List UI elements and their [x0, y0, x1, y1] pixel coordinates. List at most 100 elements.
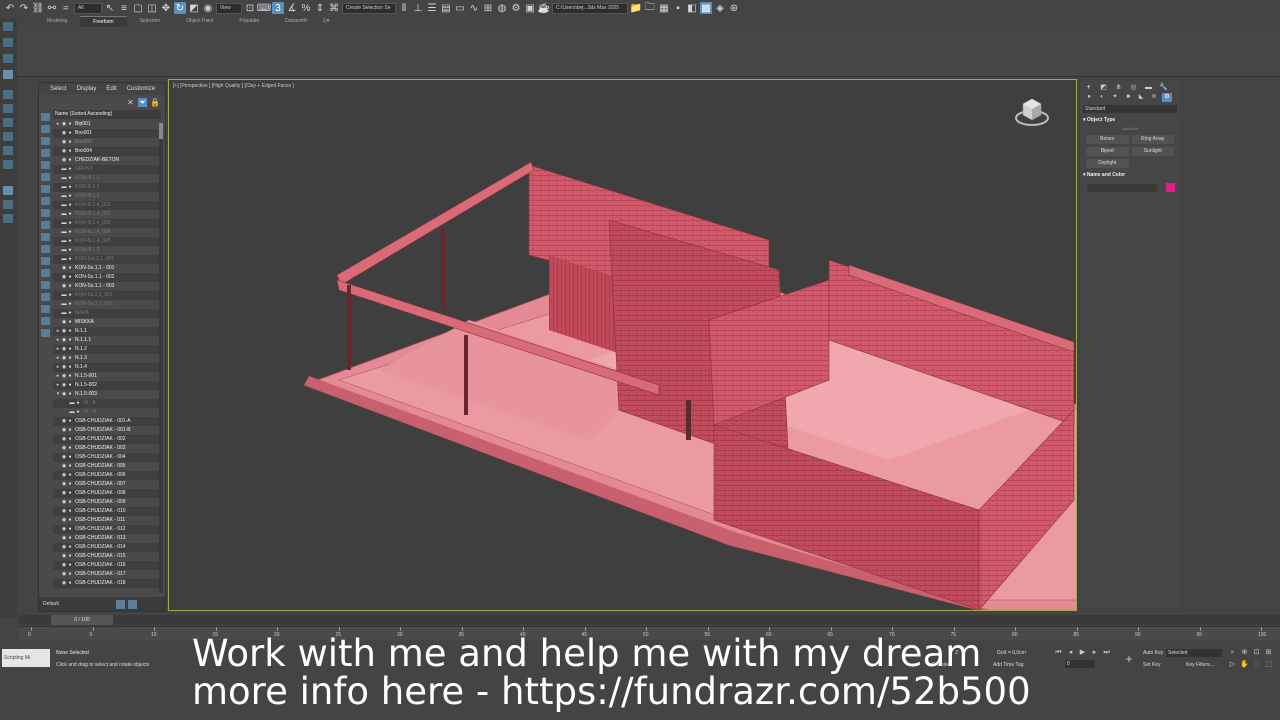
- scene-tree-row[interactable]: ▬ ● Ot - B: [53, 408, 161, 417]
- layer-explorer-icon[interactable]: [116, 599, 125, 609]
- time-slider-handle[interactable]: 0 / 100: [51, 615, 113, 625]
- scene-tree-row[interactable]: ▬ ● KON-N.1.3: [53, 192, 161, 201]
- display-spacewarps-icon[interactable]: [41, 173, 50, 181]
- category-dropdown[interactable]: Standard: [1083, 105, 1177, 113]
- scene-tree-row[interactable]: ◉ ● MISKKA: [53, 318, 161, 327]
- scene-tree-row[interactable]: ◉ ● KON-Ss.1.1 - 002: [53, 273, 161, 282]
- scene-tree-row[interactable]: ▾ ◉ ● N.1.5-003: [53, 390, 161, 399]
- lights-icon[interactable]: ✦: [1110, 93, 1120, 102]
- scene-tree-row[interactable]: ◉ ● OSB-CHUDZIAK - 001-B: [53, 426, 161, 435]
- select-scale-icon[interactable]: ◩: [188, 2, 200, 14]
- open-project-icon[interactable]: 📁: [630, 2, 642, 14]
- layout-tab-icon[interactable]: [3, 38, 13, 47]
- display-bones-icon[interactable]: [41, 209, 50, 217]
- perspective-viewport[interactable]: [+] [Perspective ] [High Quality ] [Clay…: [168, 79, 1077, 611]
- layout-tab-icon[interactable]: [3, 70, 13, 79]
- viewport-label[interactable]: [+] [Perspective ] [High Quality ] [Clay…: [173, 83, 294, 89]
- scene-tree-row[interactable]: ◉ ● OSB-CHUDZIAK - 002: [53, 435, 161, 444]
- systems-icon[interactable]: ⚙: [1162, 93, 1172, 102]
- layout-tab-icon[interactable]: [3, 54, 13, 63]
- rectangle-selection-icon[interactable]: ▢: [132, 2, 144, 14]
- scrollbar-thumb[interactable]: [159, 123, 163, 139]
- object-name-field[interactable]: [1087, 184, 1157, 192]
- filter-icon[interactable]: ⏷: [138, 97, 147, 107]
- file-icon[interactable]: ▦: [658, 2, 670, 14]
- scene-tree-row[interactable]: ▬ ● KON-N.1.4_003: [53, 219, 161, 228]
- select-object-icon[interactable]: ↖: [104, 2, 116, 14]
- display-cameras-icon[interactable]: [41, 149, 50, 157]
- populate-icon[interactable]: [3, 90, 13, 99]
- maxscript-listener[interactable]: Scripting Mi: [2, 649, 50, 667]
- named-selection-set-dropdown[interactable]: Create Selection Se: [342, 2, 396, 14]
- tab-datasmith[interactable]: Datasmith: [272, 16, 321, 27]
- ribbon-options-icon[interactable]: ⊡▾: [321, 16, 332, 27]
- scene-tree-row[interactable]: ◉ ● Box003: [53, 138, 161, 147]
- project-path-dropdown[interactable]: C:\Users\bej...3ds Max 2025: [552, 2, 628, 14]
- ring-array-button[interactable]: Ring Array: [1131, 135, 1174, 144]
- arnold-icon[interactable]: ▩: [700, 2, 712, 14]
- save-icon[interactable]: ▪: [672, 2, 684, 14]
- tool-icon[interactable]: [3, 200, 13, 209]
- layer-dropdown[interactable]: Default: [43, 601, 113, 607]
- create-tab-icon[interactable]: +: [1084, 83, 1093, 92]
- scene-tree-row[interactable]: ◉ ● OSB-CHUDZIAK - 016: [53, 561, 161, 570]
- display-geometry-icon[interactable]: [41, 113, 50, 121]
- hierarchy-tab-icon[interactable]: ⋔: [1114, 83, 1123, 92]
- scene-tree-row[interactable]: ◉ ● OSB-CHUDZIAK - 018: [53, 579, 161, 588]
- populate-icon[interactable]: [3, 132, 13, 141]
- selection-filter-dropdown[interactable]: All: [74, 2, 102, 14]
- populate-icon[interactable]: [3, 146, 13, 155]
- scene-tree-row[interactable]: ◉ ● OSB-CHUDZIAK - 012: [53, 525, 161, 534]
- scene-tree-row[interactable]: ◉ ● OSB-CHUDZIAK - 003: [53, 444, 161, 453]
- undo-icon[interactable]: ↶: [4, 2, 16, 14]
- filter-icon[interactable]: [41, 293, 50, 301]
- scene-tree-row[interactable]: ◉ ● OSB-CHUDZIAK - 015: [53, 552, 161, 561]
- display-shapes-icon[interactable]: [41, 125, 50, 133]
- scene-tree-row[interactable]: ▬ ● KON-N.1.4_004: [53, 228, 161, 237]
- spinner-snap-icon[interactable]: ⇕: [314, 2, 326, 14]
- scene-tree-row[interactable]: ◉ ● KON-Ss.1.1 - 001: [53, 264, 161, 273]
- object-type-rollout-title[interactable]: ▾ Object Type: [1083, 117, 1177, 123]
- project-folder-icon[interactable]: 🗀: [644, 2, 656, 14]
- sunlight-button[interactable]: Sunlight: [1131, 147, 1174, 156]
- scene-tree-row[interactable]: ◉ ● OSB-CHUDZIAK - 004: [53, 453, 161, 462]
- modify-tab-icon[interactable]: ◩: [1099, 83, 1108, 92]
- tab-selection[interactable]: Selection: [127, 16, 174, 27]
- tool-icon[interactable]: [3, 186, 13, 195]
- scene-tree-row[interactable]: ▸ ◉ ● N.1.4: [53, 363, 161, 372]
- window-crossing-icon[interactable]: ◫: [146, 2, 158, 14]
- scene-tree-row[interactable]: ▬ ● KON-N.1.4_002: [53, 210, 161, 219]
- viewcube-icon[interactable]: [1015, 94, 1049, 128]
- name-and-color-rollout-title[interactable]: ▾ Name and Color: [1083, 172, 1177, 178]
- scene-tree-row[interactable]: ▸ ◉ ● N.1.5-001: [53, 372, 161, 381]
- schematic-view-icon[interactable]: ⊞: [482, 2, 494, 14]
- bind-spacewarp-icon[interactable]: ≈: [60, 2, 72, 14]
- biped-button[interactable]: Biped: [1086, 147, 1129, 156]
- scene-explorer-scrollbar[interactable]: [159, 123, 163, 593]
- pivot-icon[interactable]: ⊡: [244, 2, 256, 14]
- display-containers-icon[interactable]: [41, 221, 50, 229]
- name-column-header[interactable]: Name (Sorted Ascending): [53, 110, 161, 119]
- scene-tree-row[interactable]: ◉ ● Box001: [53, 129, 161, 138]
- invert-display-icon[interactable]: [41, 281, 50, 289]
- populate-icon[interactable]: [3, 104, 13, 113]
- scene-tree-row[interactable]: ▬ ● KON-N.1.2: [53, 183, 161, 192]
- rendered-frame-window-icon[interactable]: ▣: [524, 2, 536, 14]
- tab-modeling[interactable]: Modeling: [34, 16, 80, 27]
- scene-tree-row[interactable]: ▬ ● KON-N.1.4_001: [53, 201, 161, 210]
- autogrid-checkbox[interactable]: AutoGrid: [1080, 126, 1180, 131]
- display-none-icon[interactable]: [41, 269, 50, 277]
- folder-icon[interactable]: [41, 329, 50, 337]
- percent-snap-icon[interactable]: %: [300, 2, 312, 14]
- display-tab-icon[interactable]: ▬: [1144, 83, 1153, 92]
- viewport-layout-icon[interactable]: [3, 22, 13, 31]
- cameras-icon[interactable]: ■: [1123, 93, 1133, 102]
- menu-edit[interactable]: Edit: [101, 86, 121, 92]
- scene-explorer-icon[interactable]: ▤: [440, 2, 452, 14]
- tool-icon[interactable]: [3, 214, 13, 223]
- shapes-icon[interactable]: ◐: [1097, 93, 1107, 102]
- scene-tree-row[interactable]: ▬ ● MAPA: [53, 309, 161, 318]
- scene-tree-row[interactable]: ▬ ● KON-N.1.1: [53, 174, 161, 183]
- motion-tab-icon[interactable]: ◎: [1129, 83, 1138, 92]
- time-slider[interactable]: 0 / 100: [19, 615, 1280, 625]
